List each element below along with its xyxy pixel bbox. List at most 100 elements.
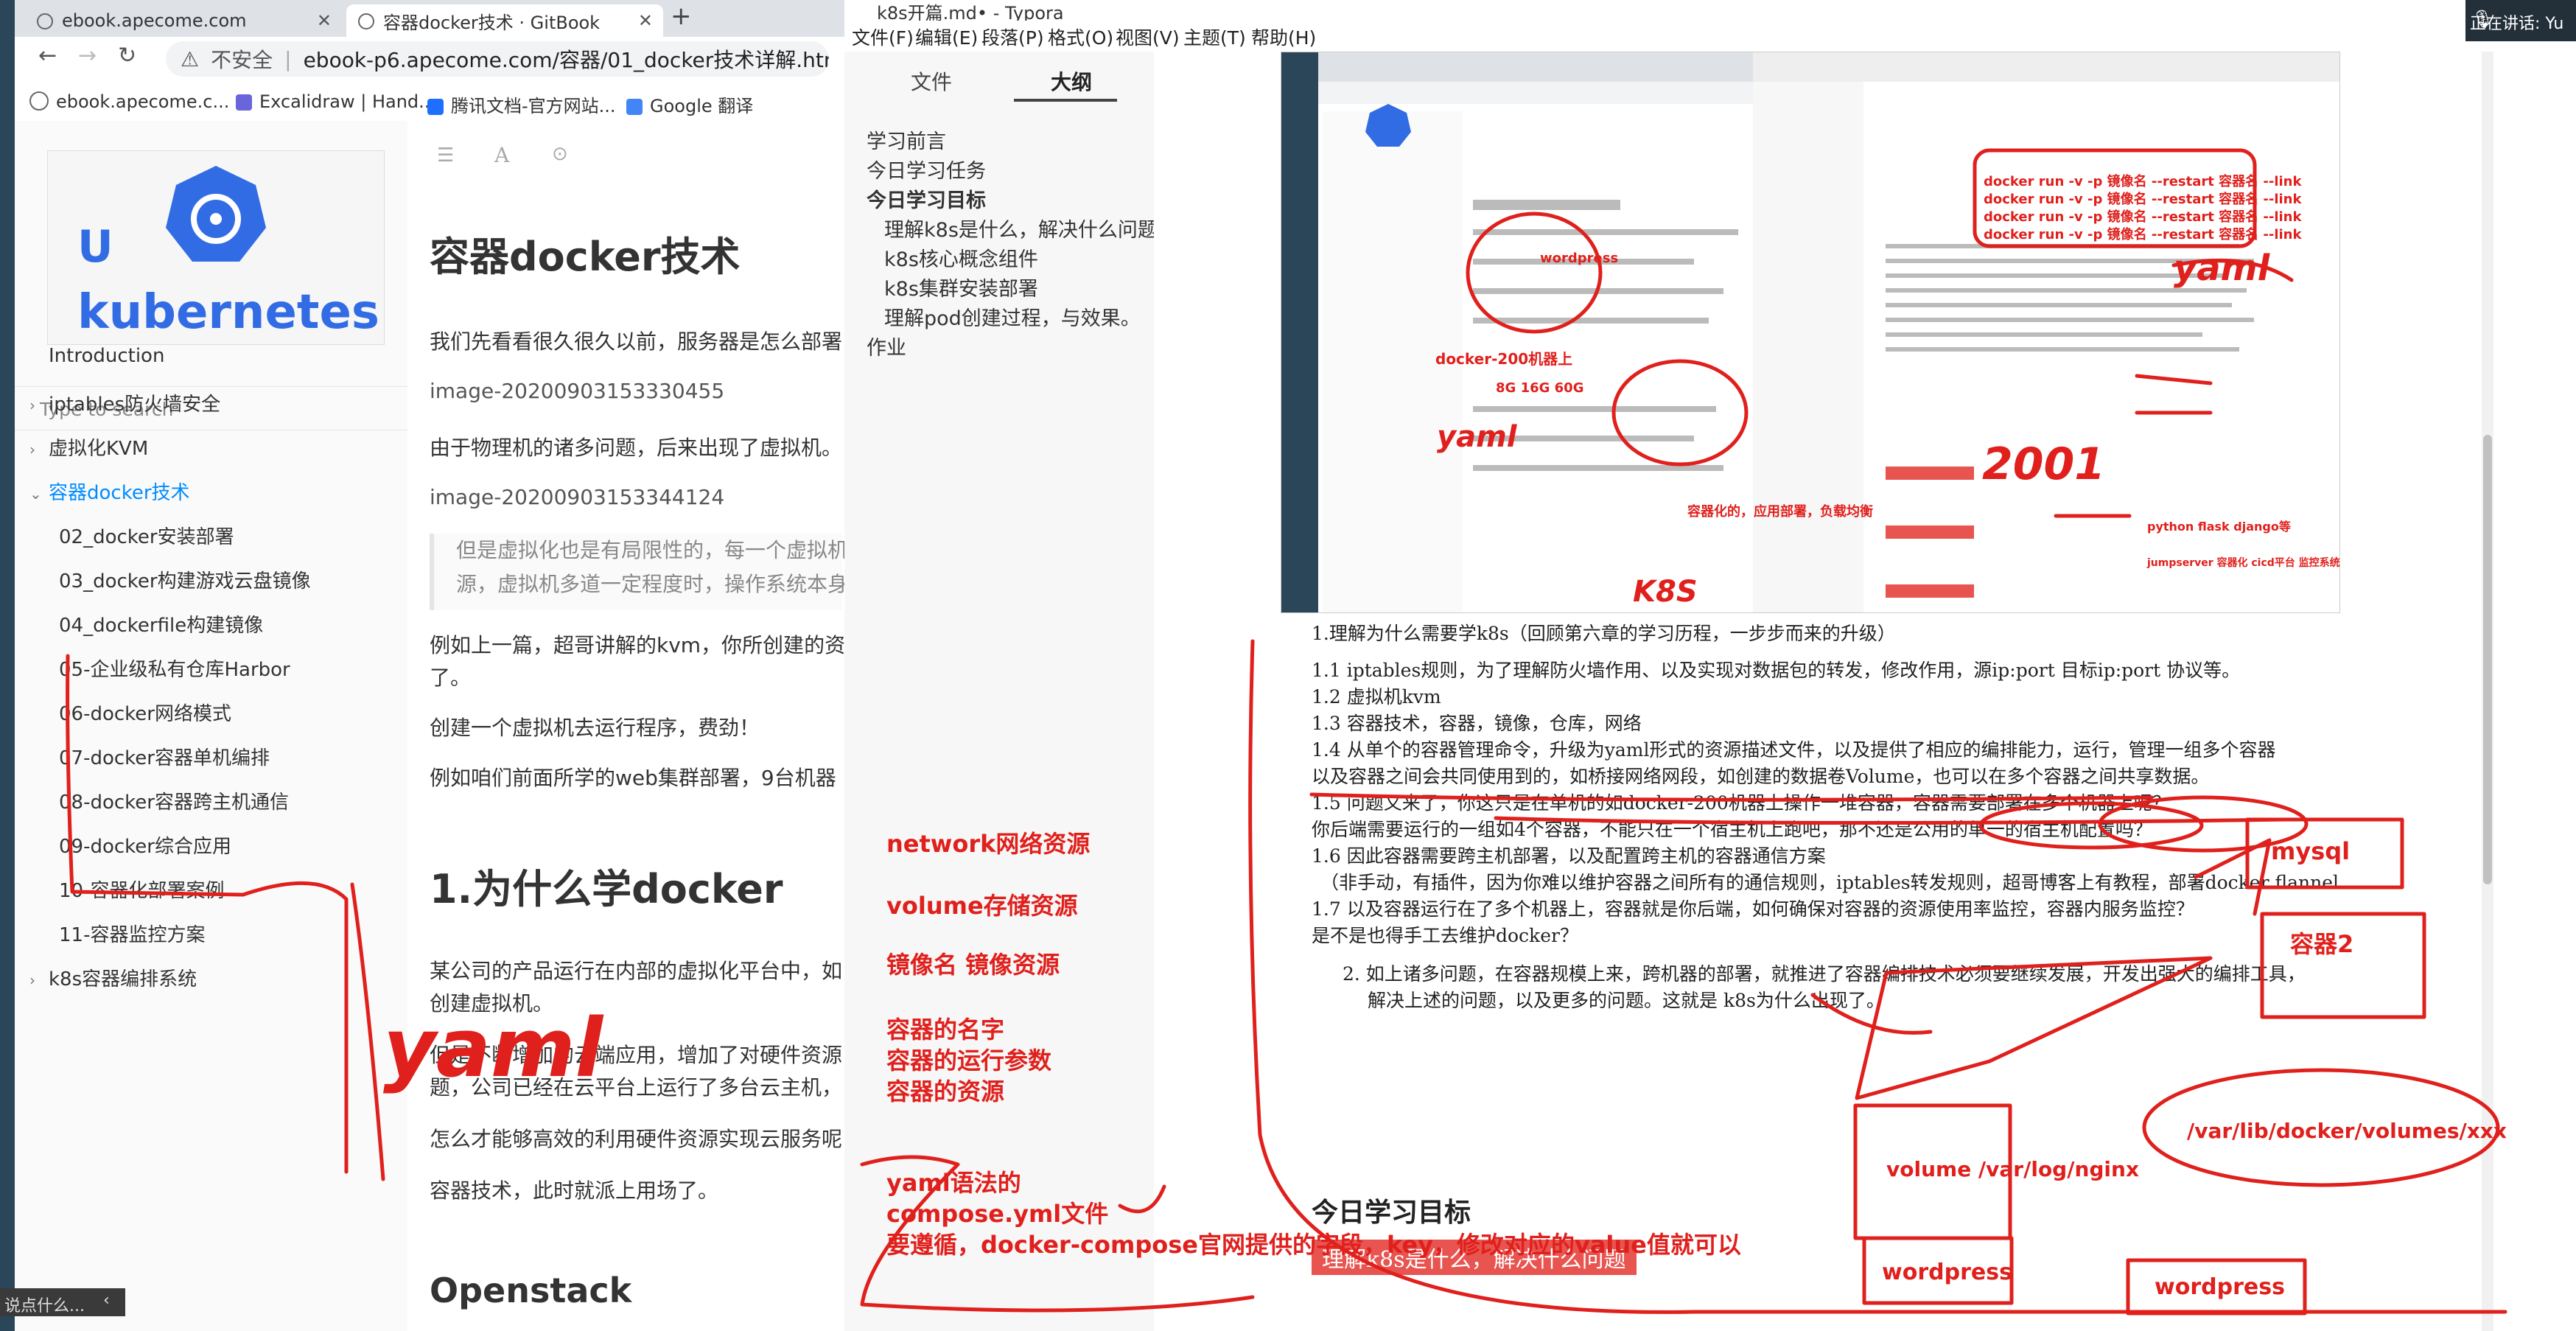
- menu-theme[interactable]: 主题(T): [1183, 24, 1246, 50]
- section-heading: 1.为什么学docker: [430, 866, 783, 912]
- new-tab-button[interactable]: +: [671, 1, 692, 31]
- sidebar-item-label: 08-docker容器跨主机通信: [59, 792, 289, 814]
- sidebar-item-label: 07-docker容器单机编排: [59, 747, 270, 769]
- doc-line: 以及容器之间会共同使用到的，如桥接网络网段，如创建的数据卷Volume，也可以在…: [1312, 766, 2210, 787]
- chevron-right-icon[interactable]: ›: [29, 396, 49, 414]
- section-heading: Openstack: [430, 1271, 632, 1310]
- sidebar-item[interactable]: 08-docker容器跨主机通信: [59, 787, 289, 814]
- menu-format[interactable]: 格式(O): [1048, 24, 1113, 50]
- chevron-right-icon[interactable]: ›: [29, 441, 49, 458]
- sidebar-item[interactable]: › iptables防火墙安全: [29, 389, 220, 416]
- close-icon[interactable]: ✕: [317, 10, 332, 31]
- tab-files[interactable]: 文件: [911, 66, 952, 96]
- tab-ebook[interactable]: ebook.apecome.com ✕: [25, 4, 342, 37]
- outline-item[interactable]: 理解pod创建过程，与效果。: [884, 302, 1141, 331]
- sidebar-item[interactable]: 04_dockerfile构建镜像: [59, 610, 263, 637]
- sidebar-item[interactable]: 03_docker构建游戏云盘镜像: [59, 566, 311, 593]
- paragraph: 怎么才能够高效的利用硬件资源实现云服务呢: [430, 1127, 843, 1151]
- doc-line: 1.3 容器技术，容器，镜像，仓库，网络: [1312, 713, 1642, 734]
- typora-menu-bar: 文件(F) 编辑(E) 段落(P) 格式(O) 视图(V) 主题(T) 帮助(H…: [844, 21, 2465, 52]
- typora-sidebar: 文件 大纲 学习前言 今日学习任务 今日学习目标 理解k8s是什么，解决什么问题 k8s…: [844, 52, 1158, 1331]
- sidebar-item[interactable]: ⌄ 容器docker技术: [29, 478, 190, 505]
- menu-icon[interactable]: ☰: [437, 144, 454, 167]
- bookmark-google-translate[interactable]: Google 翻译: [626, 91, 753, 117]
- close-icon[interactable]: ✕: [638, 10, 653, 31]
- reload-icon[interactable]: ↻: [118, 43, 136, 69]
- bookmark-tencent-docs[interactable]: 腾讯文档-官方网站...: [427, 91, 616, 117]
- tab-title: 容器docker技术 · GitBook: [383, 12, 601, 33]
- sidebar-item[interactable]: 07-docker容器单机编排: [59, 743, 270, 770]
- embedded-screenshot: [1281, 52, 2340, 613]
- page-title: 容器docker技术: [430, 234, 741, 280]
- paragraph: 创建虚拟机。: [430, 991, 554, 1016]
- globe-icon: [37, 13, 53, 29]
- kubernetes-logo: kubernetes U: [47, 150, 385, 345]
- doc-line: （非手动，有插件，因为你难以维护容器之间所有的通信规则，iptables转发规则…: [1320, 872, 2339, 893]
- sidebar-item[interactable]: 10-容器化部署案例: [59, 876, 224, 903]
- sidebar-item-label: 容器docker技术: [49, 482, 190, 504]
- doc-line: 1.5 问题又来了，你这只是在单机的如docker-200机器上操作一堆容器，容…: [1312, 792, 2171, 814]
- bookmark-ebook[interactable]: ebook.apecome.c...: [29, 91, 229, 112]
- sidebar-item[interactable]: 06-docker网络模式: [59, 699, 231, 726]
- sidebar-item[interactable]: 02_docker安装部署: [59, 522, 234, 549]
- bookmark-excalidraw[interactable]: Excalidraw | Hand...: [236, 91, 435, 112]
- chrome-tab-bar: ebook.apecome.com ✕ 容器docker技术 · GitBook…: [15, 0, 844, 37]
- outline-item[interactable]: 今日学习任务: [867, 155, 986, 184]
- excalidraw-icon: [236, 94, 252, 111]
- sidebar-item-label: k8s容器编排系统: [49, 968, 197, 991]
- sidebar-item-label: Introduction: [49, 345, 165, 367]
- chevron-right-icon[interactable]: ›: [29, 971, 49, 989]
- tab-gitbook[interactable]: 容器docker技术 · GitBook ✕: [346, 4, 663, 37]
- chevron-left-icon[interactable]: ‹: [103, 1291, 110, 1310]
- bookmarks-bar: ebook.apecome.c... Excalidraw | Hand... …: [15, 83, 844, 122]
- forward-icon[interactable]: →: [78, 43, 97, 69]
- divider: |: [284, 46, 292, 71]
- paragraph: 由于物理机的诸多问题，后来出现了虚拟机。: [430, 436, 843, 460]
- section-heading: 今日学习目标: [1312, 1197, 1471, 1228]
- outline-item[interactable]: 理解k8s是什么，解决什么问题: [884, 214, 1158, 242]
- doc-line: 解决上述的问题，以及更多的问题。这就是 k8s为什么出现了。: [1368, 990, 1885, 1011]
- url-input[interactable]: ⚠ 不安全 | ebook-p6.apecome.com/容器/01_docke…: [166, 41, 829, 77]
- sidebar-item[interactable]: 09-docker综合应用: [59, 831, 231, 859]
- menu-view[interactable]: 视图(V): [1116, 24, 1180, 50]
- image-placeholder: image-20200903153330455: [430, 379, 725, 403]
- doc-line: 1.1 iptables规则，为了理解防火墙作用、以及实现对数据包的转发，修改作…: [1312, 660, 2241, 681]
- menu-file[interactable]: 文件(F): [852, 24, 914, 50]
- outline-item[interactable]: 今日学习目标: [867, 184, 986, 213]
- font-settings-icon[interactable]: A: [494, 143, 509, 167]
- speaking-text: 正在讲话: Yu: [2470, 15, 2564, 33]
- typora-editor: 1.理解为什么需要学k8s（回顾第六章的学习历程，一步步而来的升级） 1.1 i…: [1154, 52, 2576, 1331]
- chat-input[interactable]: 说点什么... ‹: [0, 1288, 125, 1316]
- sidebar-item[interactable]: › k8s容器编排系统: [29, 964, 197, 991]
- doc-line: 1.7 以及容器运行在了多个机器上，容器就是你后端，如何确保对容器的资源使用率监…: [1312, 898, 2194, 920]
- bookmark-label: Google 翻译: [650, 96, 754, 116]
- outline-item[interactable]: k8s集群安装部署: [884, 273, 1038, 301]
- outline-item[interactable]: 学习前言: [867, 125, 946, 154]
- scrollbar-thumb[interactable]: [2483, 435, 2492, 884]
- sidebar-item[interactable]: › 虚拟化KVM: [29, 433, 148, 461]
- doc-line: 1.4 从单个的容器管理命令，升级为yaml形式的资源描述文件，以及提供了相应的…: [1312, 739, 2276, 761]
- menu-paragraph[interactable]: 段落(P): [981, 24, 1044, 50]
- tab-outline[interactable]: 大纲: [1051, 66, 1092, 96]
- typora-title-bar: k8s开篇.md• - Typora: [844, 0, 2465, 24]
- outline-item[interactable]: 作业: [867, 332, 906, 360]
- menu-help[interactable]: 帮助(H): [1251, 24, 1316, 50]
- kubernetes-logo-art: kubernetes U: [77, 166, 379, 340]
- chevron-down-icon[interactable]: ⌄: [29, 485, 49, 503]
- sidebar-item-label: 10-容器化部署案例: [59, 880, 225, 902]
- paragraph: 了。: [430, 666, 472, 690]
- gitbook-content: ☰ A ⊙ 容器docker技术 我们先看看很久很久以前，服务器是怎么部署 im…: [407, 121, 844, 1331]
- sidebar-item[interactable]: 11-容器监控方案: [59, 920, 205, 947]
- share-icon[interactable]: ⊙: [552, 143, 568, 165]
- bookmark-label: 腾讯文档-官方网站...: [451, 96, 616, 116]
- tab-title: ebook.apecome.com: [62, 10, 247, 31]
- security-label: 不安全: [211, 48, 273, 72]
- globe-icon: [29, 91, 49, 111]
- sidebar-item[interactable]: 05-企业级私有仓库Harbor: [59, 654, 290, 682]
- menu-edit[interactable]: 编辑(E): [915, 24, 978, 50]
- sidebar-item-label: 04_dockerfile构建镜像: [59, 615, 264, 637]
- active-tab-indicator: [1014, 99, 1117, 102]
- sidebar-item[interactable]: Introduction: [29, 345, 164, 367]
- back-icon[interactable]: ←: [38, 43, 57, 69]
- outline-item[interactable]: k8s核心概念组件: [884, 243, 1038, 272]
